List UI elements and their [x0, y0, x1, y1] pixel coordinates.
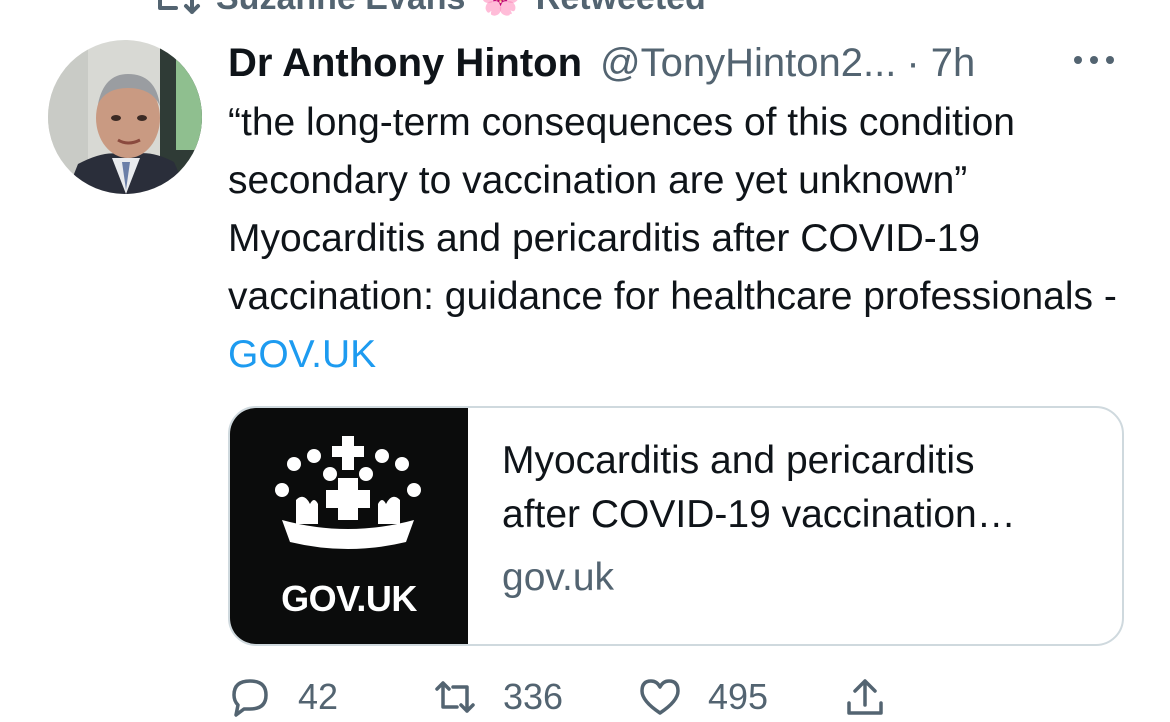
retweeted-label: Retweeted	[536, 0, 706, 18]
retweet-count: 336	[503, 676, 564, 717]
card-thumbnail: GOV.UK	[230, 408, 468, 644]
author-handle[interactable]: @TonyHinton2...	[600, 41, 896, 86]
card-title-line-2: after COVID-19 vaccination…	[502, 493, 1016, 536]
retweeter-name[interactable]: Suzanne Evans	[216, 0, 465, 18]
avatar[interactable]	[48, 40, 202, 194]
retweet-icon	[435, 681, 475, 713]
reply-icon	[232, 679, 268, 717]
share-button[interactable]	[843, 675, 1048, 719]
card-title-line-1: Myocarditis and pericarditis	[502, 439, 975, 482]
author-name[interactable]: Dr Anthony Hinton	[228, 41, 582, 86]
like-icon	[640, 679, 680, 715]
card-title: Myocarditis and pericarditis after COVID…	[502, 434, 1122, 542]
tweet-time[interactable]: · 7h	[906, 41, 975, 86]
tweet-header: Dr Anthony Hinton @TonyHinton2... · 7h	[228, 38, 1148, 88]
like-button[interactable]: 495	[638, 675, 843, 719]
gov-uk-link[interactable]: GOV.UK	[228, 333, 376, 376]
like-count: 495	[708, 676, 769, 717]
card-thumbnail-label: GOV.UK	[281, 578, 417, 619]
retweet-context[interactable]: Suzanne Evans 🌸 Retweeted	[150, 0, 706, 20]
crown-icon	[275, 436, 421, 549]
reply-button[interactable]: 42	[228, 675, 433, 719]
tweet-text: “the long-term consequences of this cond…	[228, 94, 1128, 384]
retweet-icon	[158, 0, 200, 14]
tweet-actions: 42 336 495	[228, 672, 1048, 722]
card-domain: gov.uk	[502, 556, 615, 599]
tweet-body: “the long-term consequences of this cond…	[228, 101, 1117, 318]
link-card[interactable]: GOV.UK Myocarditis and pericarditis afte…	[228, 406, 1124, 646]
reply-count: 42	[298, 676, 339, 717]
more-icon[interactable]	[1070, 50, 1118, 70]
retweet-button[interactable]: 336	[433, 675, 638, 719]
blossom-emoji: 🌸	[479, 0, 521, 18]
card-body: Myocarditis and pericarditis after COVID…	[468, 408, 1122, 644]
share-icon	[847, 679, 883, 715]
